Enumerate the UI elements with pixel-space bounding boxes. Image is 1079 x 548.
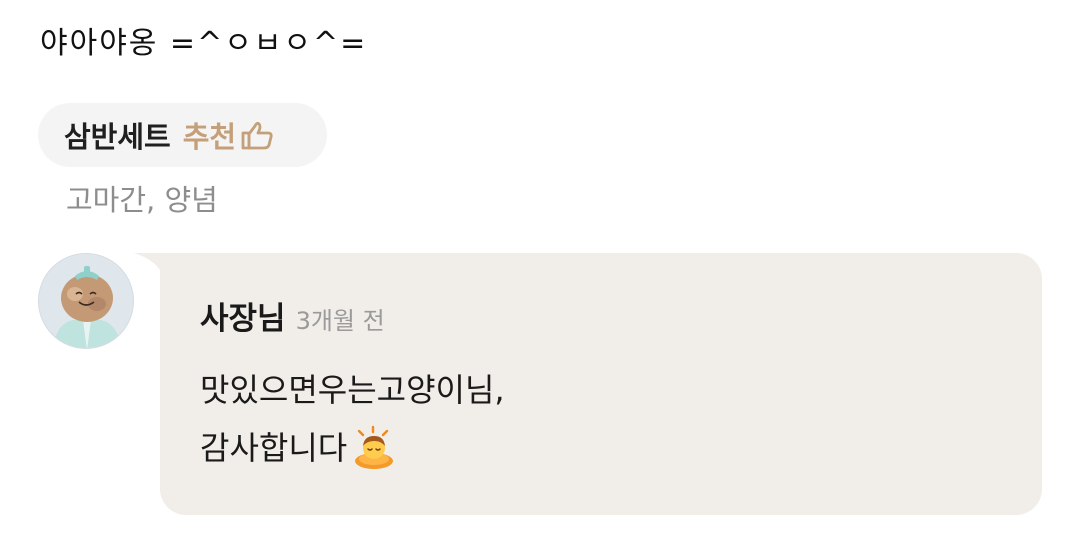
recommend-badge: 추천	[183, 114, 274, 156]
menu-options: 고마간, 양념	[66, 183, 218, 217]
reply-author: 사장님	[200, 301, 286, 337]
owner-reply: 사장님 3개월 전 맛있으면우는고양이님, 감사합니다	[160, 253, 1042, 515]
recommend-label: 추천	[182, 120, 237, 154]
reply-time: 3개월 전	[295, 307, 385, 335]
reply-header: 사장님 3개월 전	[200, 293, 385, 338]
menu-name: 삼반세트	[64, 120, 171, 154]
review-text: 야아야옹 =^ㅇㅂㅇ^=	[40, 26, 368, 61]
reply-line: 맛있으면우는고양이님,	[200, 371, 505, 409]
person-bowing-icon	[351, 425, 397, 471]
menu-chip: 삼반세트 추천	[38, 103, 327, 167]
reply-body: 맛있으면우는고양이님, 감사합니다	[200, 361, 505, 477]
owner-avatar	[38, 253, 134, 349]
reply-line-text: 감사합니다	[200, 429, 348, 467]
reply-line: 감사합니다	[200, 419, 505, 477]
thumbs-up-icon	[240, 120, 274, 150]
